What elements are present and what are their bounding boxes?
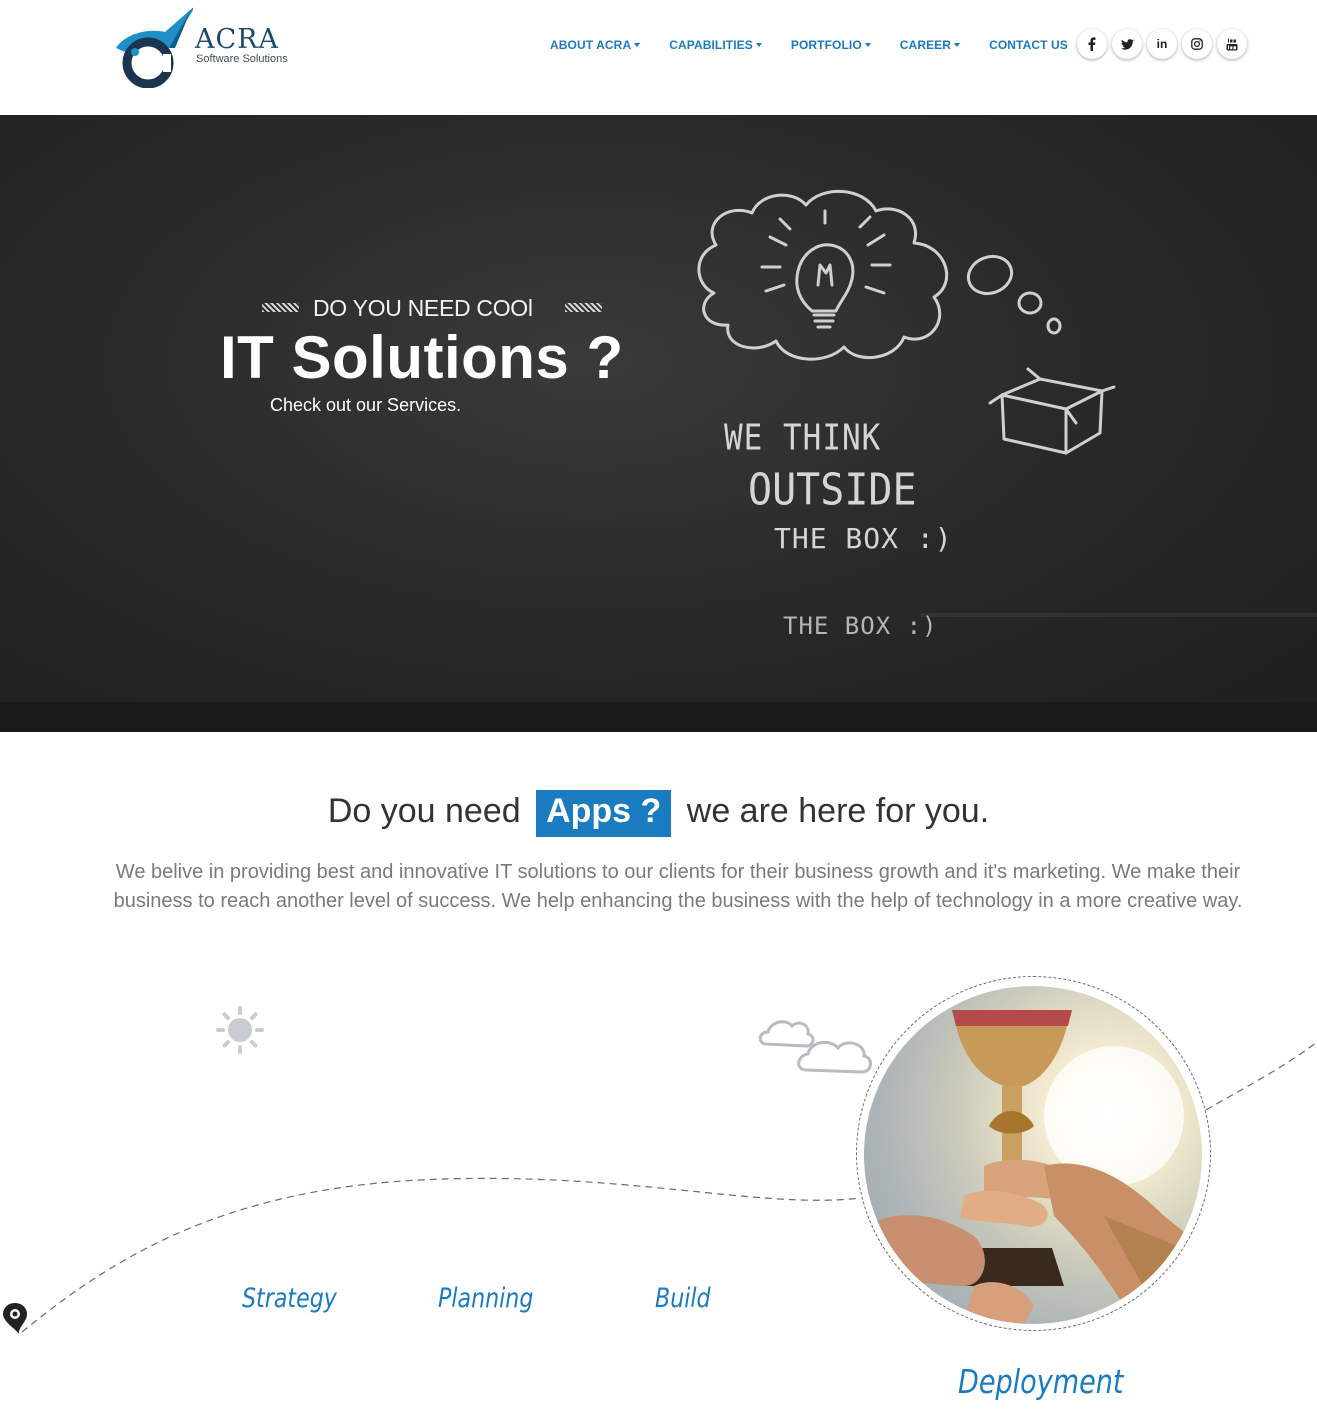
- intro-heading-pre: Do you need: [327, 792, 521, 830]
- caret-down-icon: [954, 43, 961, 47]
- acra-logo-mark-icon: [116, 7, 193, 88]
- logo-wordmark: ACRA: [195, 24, 279, 55]
- caret-down-icon: [864, 43, 871, 47]
- location-pin-icon: [3, 1303, 27, 1334]
- nav-label: CAPABILITIES: [669, 38, 753, 52]
- youtube-button[interactable]: [1217, 29, 1247, 59]
- nav-portfolio[interactable]: PORTFOLIO: [791, 38, 871, 56]
- instagram-icon: [1191, 38, 1203, 50]
- process-step-planning: Planning: [438, 1283, 534, 1314]
- facebook-icon: [1088, 37, 1096, 51]
- twitter-icon: [1120, 38, 1134, 50]
- chalk-doodle-illustration: [697, 190, 1116, 455]
- nav-label: ABOUT ACRA: [550, 38, 632, 52]
- lightbulb-icon: [760, 209, 892, 329]
- youtube-icon: [1226, 38, 1238, 50]
- chalk-text-outside: OUTSIDE: [748, 464, 917, 516]
- process-step-deployment: Deployment: [958, 1362, 1124, 1401]
- caret-down-icon: [634, 43, 641, 47]
- process-step-strategy: Strategy: [242, 1283, 337, 1314]
- nav-about-acra[interactable]: ABOUT ACRA: [550, 38, 641, 56]
- trophy-image-icon: [864, 1010, 1202, 1324]
- box-icon: [988, 367, 1116, 455]
- process-step-build: Build: [655, 1283, 711, 1314]
- chalk-text-we-think: WE THINK: [724, 417, 882, 459]
- nav-capabilities[interactable]: CAPABILITIES: [669, 38, 762, 56]
- facebook-button[interactable]: [1077, 29, 1107, 59]
- caret-down-icon: [755, 43, 762, 47]
- nav-contact-us[interactable]: CONTACT US: [989, 38, 1068, 56]
- linkedin-button[interactable]: in: [1147, 29, 1177, 59]
- site-header: ACRA Software Solutions ABOUT ACRA CAPAB…: [0, 0, 1317, 115]
- thought-cloud-icon: [697, 190, 949, 361]
- nav-label: CAREER: [899, 38, 952, 52]
- acra-logo[interactable]: ACRA Software Solutions: [113, 4, 293, 88]
- intro-paragraph: We belive in providing best and innovati…: [113, 861, 1243, 912]
- instagram-button[interactable]: [1182, 29, 1212, 59]
- sun-icon: [216, 1006, 264, 1054]
- intro-heading-post: we are here for you.: [686, 792, 990, 830]
- linkedin-icon: in: [1156, 37, 1168, 51]
- nav-career[interactable]: CAREER: [899, 38, 961, 56]
- nav-label: PORTFOLIO: [790, 38, 862, 52]
- nav-label: CONTACT US: [989, 38, 1068, 52]
- twitter-button[interactable]: [1112, 29, 1142, 59]
- trophy-photo: [864, 986, 1202, 1324]
- chalk-text-the-box: THE BOX :): [774, 522, 953, 555]
- main-nav: ABOUT ACRA CAPABILITIES PORTFOLIO CAREER…: [550, 38, 1097, 56]
- hero-banner: DO YOU NEED COOl IT Solutions ? Check ou…: [0, 115, 1317, 732]
- cloud-icon: [758, 1020, 872, 1074]
- social-links: in: [1077, 29, 1252, 59]
- intro-heading: Do you need Apps ? we are here for you.: [0, 790, 1317, 837]
- logo-tagline: Software Solutions: [196, 53, 288, 65]
- chalk-text-reflection: THE BOX :): [783, 612, 938, 640]
- intro-heading-highlight: Apps ?: [536, 790, 672, 837]
